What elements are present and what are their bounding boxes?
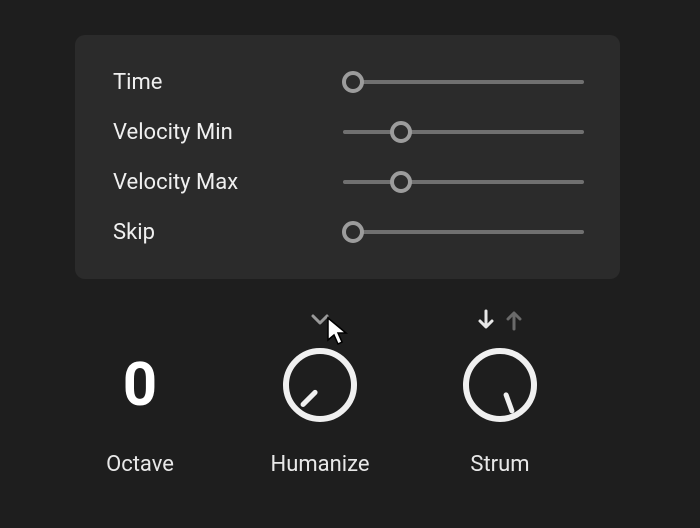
knob-humanize[interactable] (283, 348, 357, 422)
bottom-controls: 0 Octave Humanize (0, 300, 700, 477)
slider-skip[interactable] (343, 220, 584, 244)
row-time: Time (113, 63, 584, 101)
humanize-panel: Time Velocity Min Velocity Max Skip (75, 35, 620, 279)
label-skip: Skip (113, 220, 343, 245)
knob-strum[interactable] (463, 348, 537, 422)
control-octave: 0 Octave (50, 300, 230, 477)
slider-velocity-min[interactable] (343, 120, 584, 144)
label-time: Time (113, 70, 343, 95)
chevron-down-icon[interactable] (310, 310, 330, 330)
arrow-down-icon[interactable] (476, 308, 496, 332)
label-octave: Octave (106, 452, 174, 477)
label-strum: Strum (470, 452, 529, 477)
row-velocity-min: Velocity Min (113, 113, 584, 151)
row-velocity-max: Velocity Max (113, 163, 584, 201)
arrow-up-icon[interactable] (504, 308, 524, 332)
octave-value[interactable]: 0 (123, 355, 157, 415)
row-skip: Skip (113, 213, 584, 251)
slider-time[interactable] (343, 70, 584, 94)
control-strum: Strum (410, 300, 590, 477)
slider-velocity-max[interactable] (343, 170, 584, 194)
control-humanize: Humanize (230, 300, 410, 477)
label-velocity-max: Velocity Max (113, 170, 343, 195)
decorative-arcs (0, 0, 700, 40)
label-humanize: Humanize (271, 452, 370, 477)
label-velocity-min: Velocity Min (113, 120, 343, 145)
